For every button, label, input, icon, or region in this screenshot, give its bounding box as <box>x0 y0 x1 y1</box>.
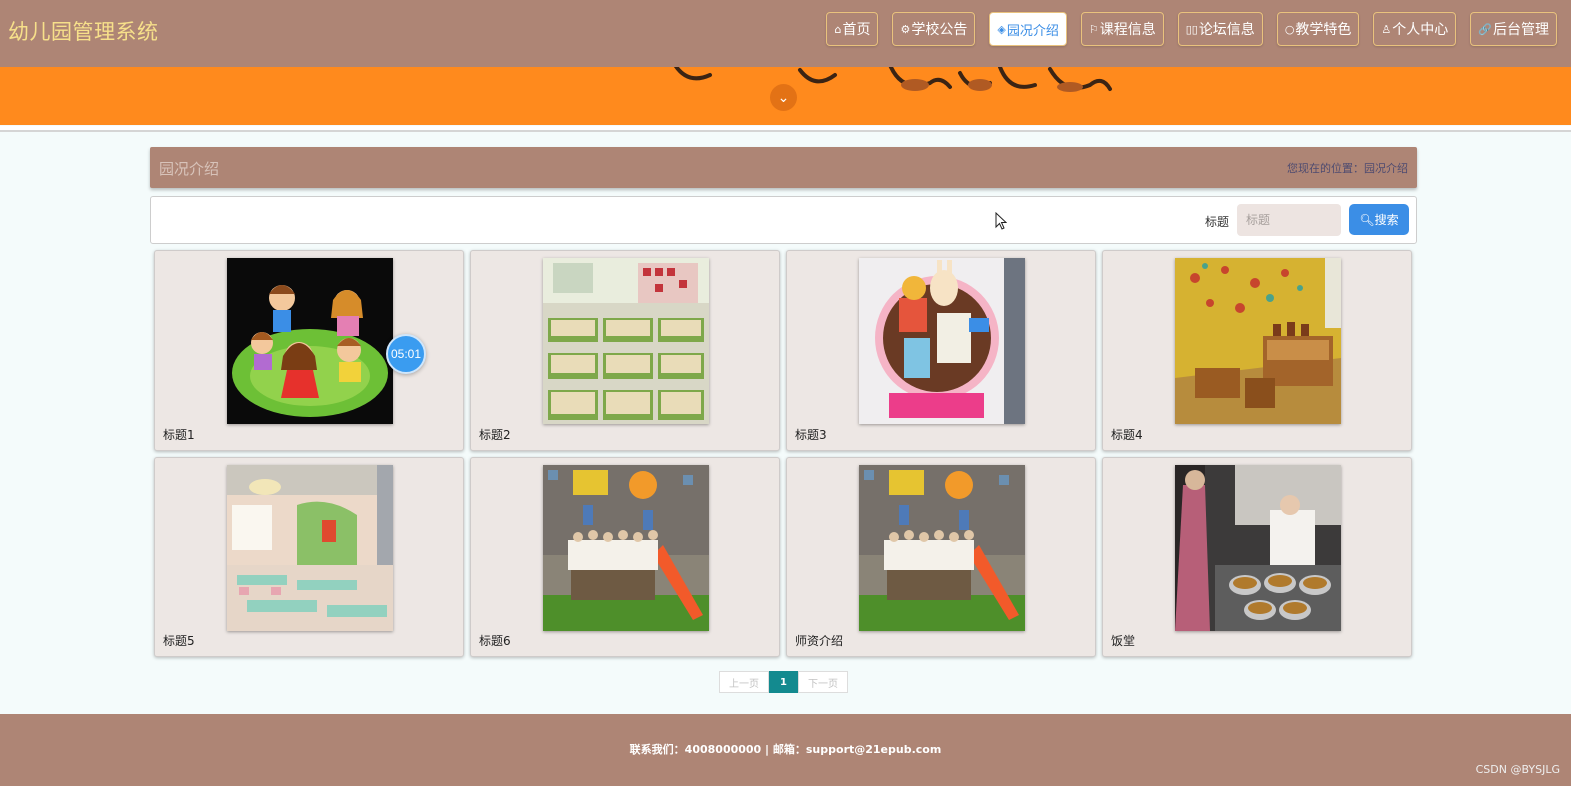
intro-card[interactable]: 师资介绍 <box>786 457 1096 657</box>
intro-card[interactable]: 标题6 <box>470 457 780 657</box>
card-title[interactable]: 标题2 <box>479 426 511 443</box>
breadcrumb[interactable]: 您现在的位置：园况介绍 <box>1287 160 1408 176</box>
main-nav: ⌂ 首页 ⚙ 学校公告 ◈ 园况介绍 ⚐ 课程信息 ▯▯ 论坛信息 ○ 教学特色 ♙ 个人中心… <box>812 12 1557 46</box>
card-title[interactable]: 标题6 <box>479 632 511 649</box>
card-title[interactable]: 标题5 <box>163 632 195 649</box>
circle-icon: ○ <box>1284 22 1295 36</box>
pagination: 上一页 1 下一页 <box>719 671 848 693</box>
nav-label: 个人中心 <box>1392 22 1449 38</box>
footer-contact: 联系我们：4008000000 | 邮箱：support@21epub.com <box>629 743 942 756</box>
site-brand[interactable]: 幼儿园管理系统 <box>8 16 159 46</box>
nav-forum[interactable]: ▯▯ 论坛信息 <box>1177 12 1263 46</box>
card-image[interactable] <box>859 258 1025 424</box>
nap-room-image <box>543 258 709 424</box>
card-image[interactable] <box>543 258 709 424</box>
card-title[interactable]: 标题3 <box>795 426 827 443</box>
home-icon: ⌂ <box>834 22 842 36</box>
nav-label: 园况介绍 <box>1006 23 1059 39</box>
search-icon: 🔍︎ <box>1359 212 1375 227</box>
prev-page-button[interactable]: 上一页 <box>719 671 769 693</box>
intro-card[interactable]: 饭堂 <box>1102 457 1412 657</box>
search-label: 标题 <box>1205 215 1230 229</box>
yellow-classroom-image <box>1175 258 1341 424</box>
nav-announcements[interactable]: ⚙ 学校公告 <box>892 12 976 46</box>
card-image[interactable] <box>859 465 1025 631</box>
gear-icon: ⚙ <box>900 22 911 36</box>
top-header: 幼儿园管理系统 ⌂ 首页 ⚙ 学校公告 ◈ 园况介绍 ⚐ 课程信息 ▯▯ 论坛信息 ○ 教学… <box>0 0 1571 67</box>
card-title[interactable]: 标题1 <box>163 426 195 443</box>
layers-icon: ◈ <box>997 22 1006 36</box>
banner-illustration <box>673 67 1112 92</box>
wall-board-image <box>859 258 1025 424</box>
watermark: CSDN @BYSJLG <box>1475 763 1560 776</box>
user-icon: ♙ <box>1381 22 1392 36</box>
children-dancing-image <box>227 258 393 424</box>
group-photo-image <box>543 465 709 631</box>
nav-school-intro[interactable]: ◈ 园况介绍 <box>989 12 1067 46</box>
section-title-bar: 园况介绍 您现在的位置：园况介绍 <box>150 147 1417 188</box>
card-image[interactable] <box>543 465 709 631</box>
card-image[interactable] <box>227 465 393 631</box>
nav-label: 课程信息 <box>1099 22 1156 38</box>
nav-label: 首页 <box>842 22 871 38</box>
next-page-button[interactable]: 下一页 <box>798 671 848 693</box>
search-button[interactable]: 🔍︎ 搜索 <box>1349 204 1409 235</box>
search-panel: 标题 🔍︎搜索 <box>150 196 1417 244</box>
card-image[interactable] <box>1175 258 1341 424</box>
card-image[interactable] <box>1175 465 1341 631</box>
chevron-down-icon[interactable]: ⌄ <box>770 84 797 111</box>
nav-profile[interactable]: ♙ 个人中心 <box>1373 12 1457 46</box>
current-page-button[interactable]: 1 <box>769 671 798 693</box>
banner: ⌄ <box>0 67 1571 125</box>
intro-card[interactable]: 标题3 <box>786 250 1096 451</box>
nav-home[interactable]: ⌂ 首页 <box>826 12 879 46</box>
footer: 联系我们：4008000000 | 邮箱：support@21epub.com … <box>0 714 1571 786</box>
card-title[interactable]: 标题4 <box>1111 426 1143 443</box>
divider <box>0 126 1571 132</box>
link-icon: 🔗 <box>1478 22 1492 36</box>
intro-card[interactable]: 标题5 <box>154 457 464 657</box>
card-title[interactable]: 饭堂 <box>1111 632 1135 649</box>
nav-admin[interactable]: 🔗 后台管理 <box>1470 12 1557 46</box>
nav-courses[interactable]: ⚐ 课程信息 <box>1080 12 1164 46</box>
page-title: 园况介绍 <box>159 160 220 178</box>
flag-icon: ⚐ <box>1088 22 1099 36</box>
intro-grid: 标题1 标题2 标题3 标题4 标题5 标题6 师资介绍 饭堂 <box>154 250 1414 657</box>
nav-label: 后台管理 <box>1493 22 1549 38</box>
card-title[interactable]: 师资介绍 <box>795 632 843 649</box>
dining-room-image <box>227 465 393 631</box>
nav-label: 论坛信息 <box>1198 22 1255 38</box>
nav-label: 学校公告 <box>911 22 968 38</box>
timer-badge[interactable]: 05:01 <box>386 334 426 374</box>
intro-card[interactable]: 标题2 <box>470 250 780 451</box>
nav-features[interactable]: ○ 教学特色 <box>1276 12 1360 46</box>
kitchen-image <box>1175 465 1341 631</box>
group-photo-image <box>859 465 1025 631</box>
intro-card[interactable]: 标题4 <box>1102 250 1412 451</box>
search-input[interactable] <box>1237 204 1341 236</box>
card-image[interactable] <box>227 258 393 424</box>
search-button-label: 搜索 <box>1374 213 1399 227</box>
chat-icon: ▯▯ <box>1185 22 1198 36</box>
mouse-cursor-icon <box>995 212 1007 230</box>
nav-label: 教学特色 <box>1295 22 1352 38</box>
